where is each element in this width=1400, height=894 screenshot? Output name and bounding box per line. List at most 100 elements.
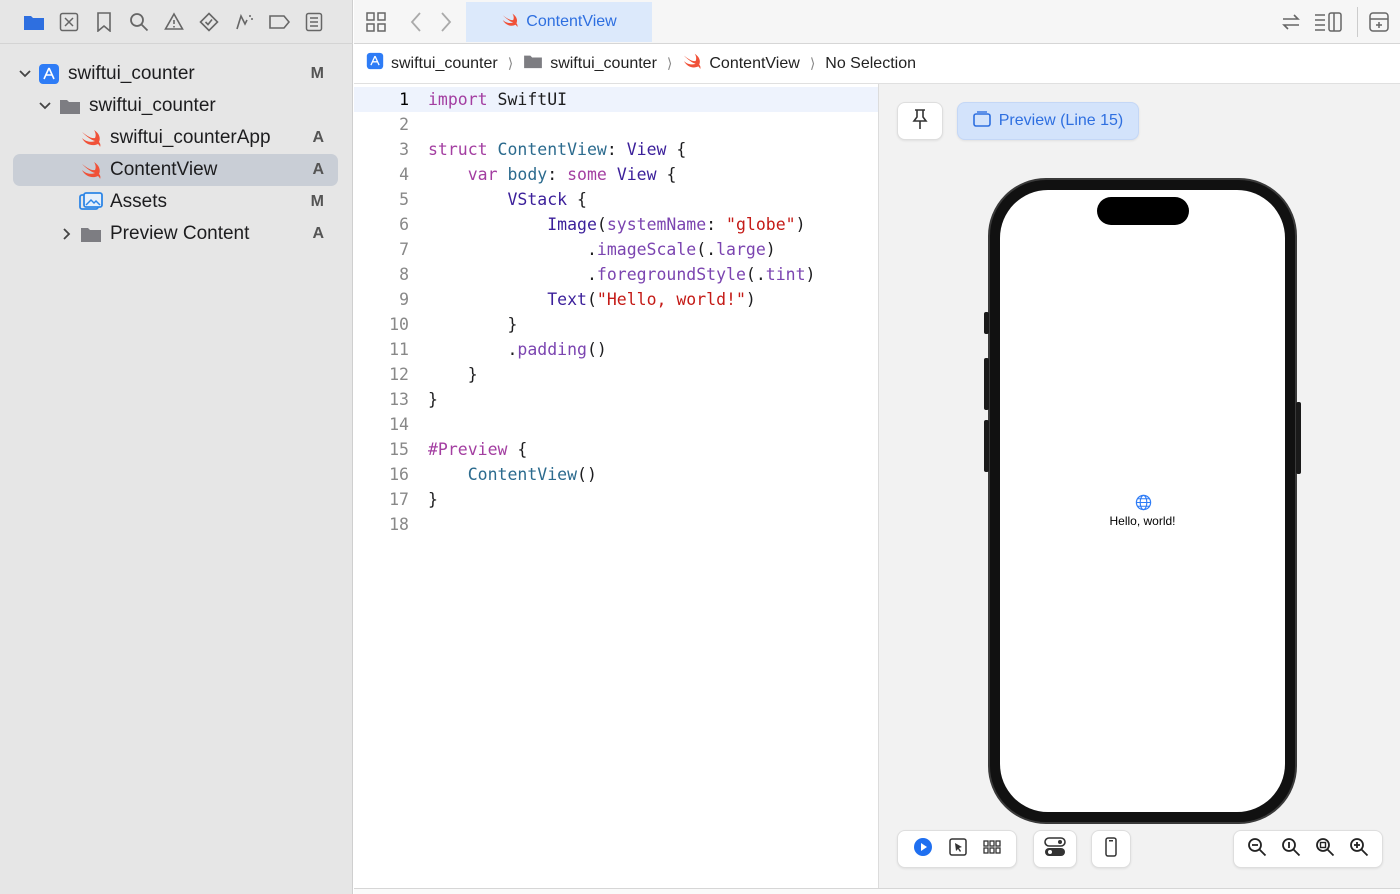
grid-layout-icon[interactable] xyxy=(366,12,386,37)
line-number: 8 xyxy=(399,265,409,284)
code-line[interactable]: 18 xyxy=(354,512,878,537)
code-line[interactable]: 9 Text("Hello, world!") xyxy=(354,287,878,312)
code-text: ContentView() xyxy=(467,465,597,484)
find-icon[interactable] xyxy=(127,10,151,34)
breakpoint-icon[interactable] xyxy=(267,10,291,34)
code-line[interactable]: 10 } xyxy=(354,312,878,337)
tree-item-label: swiftui_counter xyxy=(89,95,216,116)
code-line[interactable]: 6 Image(systemName: "globe") xyxy=(354,212,878,237)
line-number: 10 xyxy=(389,315,409,334)
variants-grid-icon[interactable] xyxy=(983,839,1001,859)
zoom-out-icon[interactable] xyxy=(1247,837,1267,862)
issue-icon[interactable] xyxy=(162,10,186,34)
file-tree: swiftui_counter M swiftui_counter swiftu… xyxy=(0,58,353,250)
source-control-icon[interactable] xyxy=(57,10,81,34)
code-line[interactable]: 8 .foregroundStyle(.tint) xyxy=(354,262,878,287)
code-line[interactable]: 5 VStack { xyxy=(354,187,878,212)
preview-line-button[interactable]: Preview (Line 15) xyxy=(957,102,1139,140)
code-text: .foregroundStyle(.tint) xyxy=(428,265,816,284)
code-text: Image(systemName: "globe") xyxy=(547,215,806,234)
device-selector-button[interactable] xyxy=(1091,830,1131,868)
zoom-actual-icon[interactable] xyxy=(1315,837,1335,862)
test-icon[interactable] xyxy=(197,10,221,34)
line-number: 2 xyxy=(399,115,409,134)
pin-preview-button[interactable] xyxy=(897,102,943,140)
breadcrumb-selection[interactable]: No Selection xyxy=(825,55,916,73)
code-line[interactable]: 11 .padding() xyxy=(354,337,878,362)
zoom-in-icon[interactable] xyxy=(1349,837,1369,862)
navigator-selector-bar xyxy=(0,0,353,44)
code-line[interactable]: 12 } xyxy=(354,362,878,387)
add-editor-icon[interactable] xyxy=(1369,12,1389,37)
swap-arrows-icon[interactable] xyxy=(1281,12,1301,37)
debug-icon[interactable] xyxy=(232,10,256,34)
status-badge: A xyxy=(312,129,324,146)
code-text: VStack { xyxy=(507,190,587,209)
tree-item-contentview[interactable]: ContentView A xyxy=(13,154,338,186)
editor-options-icon[interactable] xyxy=(1314,12,1342,37)
chevron-down-icon[interactable] xyxy=(18,67,32,81)
code-text: struct ContentView: View { xyxy=(428,140,687,159)
toggles-icon xyxy=(1044,836,1066,862)
folder-icon[interactable] xyxy=(22,10,46,34)
breadcrumb-file[interactable]: ContentView xyxy=(709,55,799,73)
line-number: 14 xyxy=(389,415,409,434)
project-navigator: swiftui_counter M swiftui_counter swiftu… xyxy=(0,0,353,894)
code-line[interactable]: 7 .imageScale(.large) xyxy=(354,237,878,262)
tree-item-app-file[interactable]: swiftui_counterApp A xyxy=(0,122,353,154)
status-badge: M xyxy=(310,65,324,82)
xcode-project-icon xyxy=(366,52,384,75)
tree-item-label: Preview Content xyxy=(110,223,250,244)
breadcrumb-separator-icon: ⟩ xyxy=(809,55,816,71)
swift-file-icon xyxy=(79,159,103,181)
chevron-down-icon[interactable] xyxy=(38,99,52,113)
forward-arrow-icon[interactable] xyxy=(440,12,452,37)
selectable-cursor-icon[interactable] xyxy=(949,837,967,861)
tree-item-project[interactable]: swiftui_counter M xyxy=(0,58,353,90)
preview-window-icon xyxy=(972,110,991,132)
swift-file-icon xyxy=(501,12,519,33)
code-line[interactable]: 1 import SwiftUI xyxy=(354,87,878,112)
code-text: } xyxy=(428,390,438,409)
status-badge: A xyxy=(312,225,324,242)
code-line[interactable]: 16 ContentView() xyxy=(354,462,878,487)
back-arrow-icon[interactable] xyxy=(410,12,422,37)
swift-file-icon xyxy=(682,52,702,75)
tree-item-label: ContentView xyxy=(110,159,218,180)
chevron-right-icon[interactable] xyxy=(60,227,74,241)
source-editor[interactable]: 1 import SwiftUI 2 3 struct ContentView: V… xyxy=(354,84,878,894)
line-number: 15 xyxy=(389,440,409,459)
iphone-device-frame: Hello, world! xyxy=(984,178,1301,824)
device-screen[interactable]: Hello, world! xyxy=(1000,190,1285,812)
line-number: 6 xyxy=(399,215,409,234)
canvas-settings-button[interactable] xyxy=(1033,830,1077,868)
device-button xyxy=(984,420,989,472)
code-line[interactable]: 2 xyxy=(354,112,878,137)
code-line[interactable]: 13} xyxy=(354,387,878,412)
report-icon[interactable] xyxy=(302,10,326,34)
line-number: 9 xyxy=(399,290,409,309)
tab-contentview[interactable]: ContentView xyxy=(466,2,652,42)
tree-item-group[interactable]: swiftui_counter xyxy=(0,90,353,122)
tree-item-assets[interactable]: Assets M xyxy=(0,186,353,218)
code-line[interactable]: 3 struct ContentView: View { xyxy=(354,137,878,162)
zoom-fit-icon[interactable] xyxy=(1281,837,1301,862)
code-line[interactable]: 14 xyxy=(354,412,878,437)
tree-item-preview-content[interactable]: Preview Content A xyxy=(0,218,353,250)
xcode-window: swiftui_counter M swiftui_counter swiftu… xyxy=(0,0,1400,894)
breadcrumb-group[interactable]: swiftui_counter xyxy=(550,55,657,73)
iphone-icon xyxy=(1105,836,1117,862)
code-line[interactable]: 4 var body: some View { xyxy=(354,162,878,187)
code-text: var body: some View { xyxy=(467,165,677,184)
live-play-icon[interactable] xyxy=(913,837,933,862)
code-line[interactable]: 17} xyxy=(354,487,878,512)
status-badge: A xyxy=(312,161,324,178)
code-text: .imageScale(.large) xyxy=(428,240,776,259)
device-button xyxy=(1296,402,1301,474)
breadcrumb-project[interactable]: swiftui_counter xyxy=(391,55,498,73)
code-text: .padding() xyxy=(428,340,607,359)
code-line[interactable]: 15 #Preview { xyxy=(354,437,878,462)
preview-canvas: Preview (Line 15) Hello, world! xyxy=(878,84,1400,890)
assets-icon xyxy=(79,191,103,213)
bookmark-icon[interactable] xyxy=(92,10,116,34)
